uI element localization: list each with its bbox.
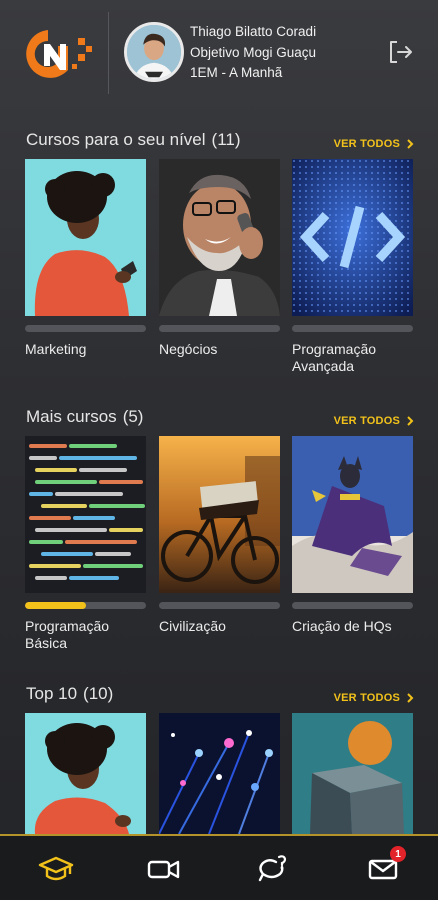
course-card[interactable]: Marketing — [25, 159, 146, 358]
see-all-more-courses-button[interactable]: VER TODOS — [334, 415, 414, 427]
course-thumbnail-basic-programming — [25, 436, 146, 593]
section-count: (10) — [83, 684, 114, 703]
course-thumbnail-marketing — [25, 159, 146, 316]
header-divider — [108, 12, 109, 94]
mail-button[interactable]: 1 — [366, 846, 406, 884]
course-title: Criação de HQs — [292, 618, 392, 634]
see-all-label: VER TODOS — [333, 692, 400, 704]
graduation-cap-icon[interactable] — [38, 854, 74, 884]
app-logo — [26, 30, 92, 78]
course-thumbnail-top-3 — [292, 713, 413, 834]
course-card[interactable]: Negócios — [159, 159, 280, 358]
course-card[interactable]: Programação Básica — [25, 436, 146, 652]
course-card[interactable] — [292, 713, 413, 834]
user-school: Objetivo Mogi Guaçu — [190, 44, 317, 60]
section-title-more-courses: Mais cursos (5) — [26, 407, 143, 427]
section-count: (5) — [122, 407, 144, 426]
course-progress-bar — [292, 602, 413, 609]
video-camera-icon[interactable] — [146, 854, 182, 884]
course-card[interactable] — [159, 713, 280, 834]
section-title-level-courses: Cursos para o seu nível (11) — [26, 130, 241, 150]
chevron-right-icon — [407, 416, 414, 426]
course-title: Negócios — [159, 341, 218, 357]
course-card[interactable]: Civilização — [159, 436, 280, 635]
course-thumbnail-comics-creation — [292, 436, 413, 593]
section-title-text: Cursos para o seu nível — [26, 130, 206, 149]
course-title: Marketing — [25, 341, 87, 357]
see-all-top-10-button[interactable]: VER TODOS — [334, 692, 414, 704]
section-title-text: Mais cursos — [26, 407, 117, 426]
course-progress-bar — [159, 602, 280, 609]
course-thumbnail-civilization — [159, 436, 280, 593]
logout-icon[interactable] — [388, 40, 414, 64]
section-title-top-10: Top 10 (10) — [26, 684, 113, 704]
see-all-label: VER TODOS — [333, 415, 400, 427]
course-thumbnail-top-1 — [25, 713, 146, 834]
course-title: Programação Básica — [25, 618, 110, 651]
user-name: Thiago Bilatto Coradi — [190, 24, 317, 39]
user-class: 1EM - A Manhã — [190, 65, 283, 80]
course-card[interactable]: Programação Avançada — [292, 159, 413, 375]
course-card[interactable]: Criação de HQs — [292, 436, 413, 635]
question-chat-icon[interactable] — [254, 854, 290, 884]
chevron-right-icon — [407, 139, 414, 149]
see-all-label: VER TODOS — [333, 138, 400, 150]
mail-notification-badge: 1 — [390, 846, 406, 862]
course-progress-bar — [25, 325, 146, 332]
course-thumbnail-top-2 — [159, 713, 280, 834]
course-progress-bar — [159, 325, 280, 332]
chevron-right-icon — [407, 693, 414, 703]
course-title: Civilização — [159, 618, 226, 634]
course-thumbnail-business — [159, 159, 280, 316]
user-avatar[interactable] — [124, 22, 184, 82]
course-progress-bar — [25, 602, 146, 609]
course-card[interactable] — [25, 713, 146, 834]
app-header: Thiago Bilatto Coradi Objetivo Mogi Guaç… — [0, 0, 438, 100]
section-count: (11) — [211, 130, 241, 149]
see-all-level-courses-button[interactable]: VER TODOS — [334, 138, 414, 150]
course-progress-bar — [292, 325, 413, 332]
course-title: Programação Avançada — [292, 341, 377, 374]
bottom-navigation: 1 — [0, 834, 438, 900]
section-title-text: Top 10 — [26, 684, 78, 703]
course-thumbnail-advanced-programming — [292, 159, 413, 316]
user-info: Thiago Bilatto Coradi Objetivo Mogi Guaç… — [190, 22, 316, 84]
